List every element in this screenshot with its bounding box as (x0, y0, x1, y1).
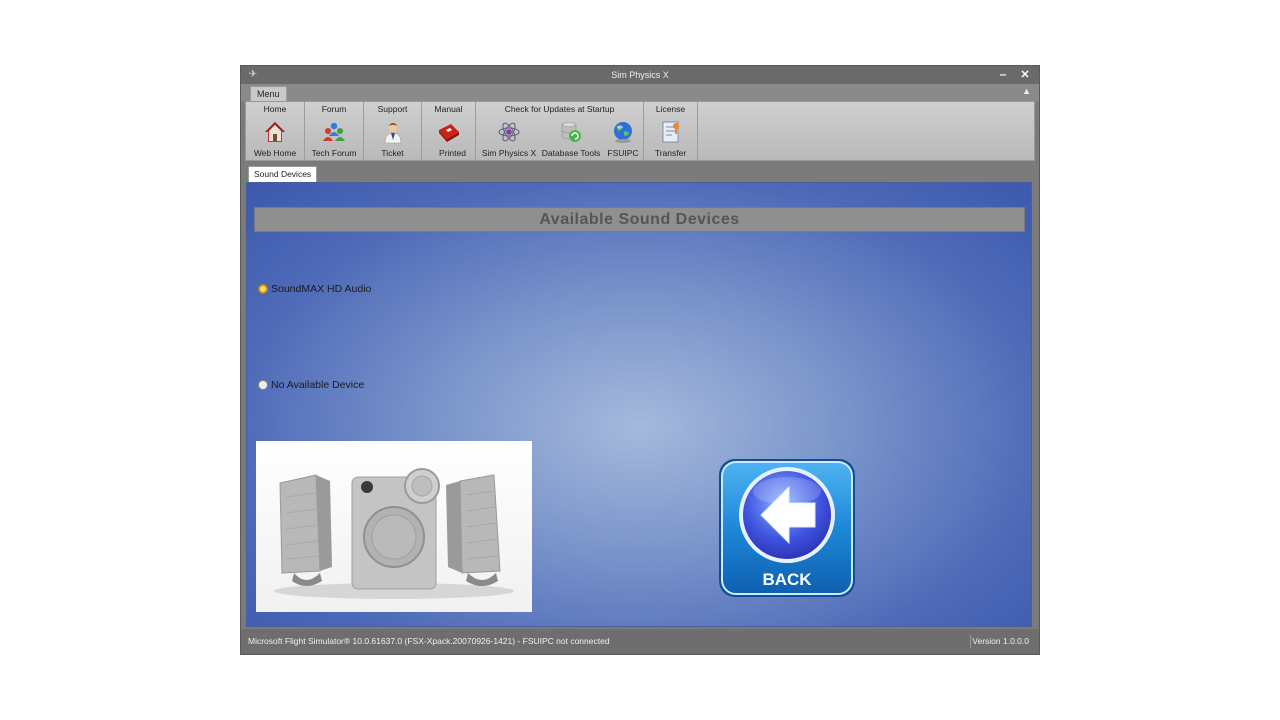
fsuipc-button[interactable]: FSUIPC (603, 118, 643, 160)
ribbon: Home Web Home Forum Tech Forum Support T… (245, 101, 1035, 161)
speakers-image (256, 441, 532, 612)
support-person-icon (384, 122, 401, 144)
button-label: FSUIPC (607, 148, 639, 158)
back-arrow-icon: BACK (719, 459, 855, 597)
globe-icon (614, 122, 632, 143)
database-tools-button[interactable]: Database Tools (539, 118, 603, 160)
button-label: Database Tools (541, 148, 601, 158)
back-label: BACK (762, 570, 812, 589)
database-refresh-icon (561, 122, 581, 142)
license-transfer-icon (662, 121, 679, 143)
button-label: Printed (439, 148, 466, 158)
transfer-license-button[interactable]: Transfer (644, 118, 697, 160)
radio-no-available-device[interactable]: No Available Device (258, 378, 398, 392)
radio-label: SoundMAX HD Audio (271, 283, 372, 295)
button-label: Tech Forum (311, 148, 357, 158)
ribbon-group-home: Home Web Home (246, 102, 305, 160)
status-bar: Microsoft Flight Simulator® 10.0.61637.0… (241, 629, 1039, 654)
app-window: ✈ Sim Physics X ‒ ✕ Menu ▲ Home Web Home… (240, 65, 1040, 655)
status-text: Microsoft Flight Simulator® 10.0.61637.0… (248, 636, 610, 646)
ticket-button[interactable]: Ticket (364, 118, 421, 160)
speakers-illustration (274, 468, 514, 599)
group-header: License (655, 104, 686, 114)
button-label: Transfer (654, 148, 687, 158)
app-logo-icon[interactable]: ✈ (247, 69, 259, 81)
radio-label: No Available Device (271, 379, 365, 391)
button-label: Ticket (381, 148, 404, 158)
ribbon-group-updates: Check for Updates at Startup Sim Physics… (476, 102, 644, 160)
web-home-button[interactable]: Web Home (246, 118, 304, 160)
menu-tab[interactable]: Menu (250, 86, 287, 102)
ribbon-group-license: License Transfer (644, 102, 698, 160)
printed-manual-button[interactable]: Printed (422, 118, 475, 160)
tab-sound-devices[interactable]: Sound Devices (248, 166, 318, 183)
radio-button-unselected[interactable] (258, 380, 268, 390)
radio-button-selected[interactable] (258, 284, 268, 294)
group-header: Check for Updates at Startup (504, 104, 615, 114)
group-header: Manual (434, 104, 463, 114)
ribbon-group-support: Support Ticket (364, 102, 422, 160)
collapse-ribbon-icon[interactable]: ▲ (1022, 86, 1031, 96)
page-title: Available Sound Devices (254, 207, 1025, 232)
radio-soundmax-hd-audio[interactable]: SoundMAX HD Audio (258, 282, 398, 296)
group-header: Home (263, 104, 287, 114)
status-divider (970, 635, 971, 648)
pdf-document-icon (438, 124, 459, 142)
sim-physics-x-button[interactable]: Sim Physics X (479, 118, 539, 160)
title-bar: ✈ Sim Physics X ‒ ✕ (241, 66, 1039, 84)
group-header: Forum (321, 104, 347, 114)
people-group-icon (323, 122, 345, 141)
sound-devices-panel: Available Sound Devices SoundMAX HD Audi… (246, 182, 1032, 627)
ribbon-group-forum: Forum Tech Forum (305, 102, 364, 160)
tech-forum-button[interactable]: Tech Forum (305, 118, 363, 160)
minimize-button[interactable]: ‒ (995, 67, 1011, 83)
back-button[interactable]: BACK (717, 457, 857, 599)
ribbon-group-manual: Manual Printed (422, 102, 476, 160)
atom-icon (498, 122, 520, 142)
close-button[interactable]: ✕ (1017, 67, 1033, 83)
version-label: Version 1.0.0.0 (972, 636, 1029, 646)
menu-strip: Menu ▲ (241, 84, 1039, 102)
window-title: Sim Physics X (611, 70, 669, 80)
group-header: Support (377, 104, 408, 114)
house-icon (265, 122, 285, 142)
button-label: Sim Physics X (481, 148, 537, 158)
button-label: Web Home (253, 148, 297, 158)
